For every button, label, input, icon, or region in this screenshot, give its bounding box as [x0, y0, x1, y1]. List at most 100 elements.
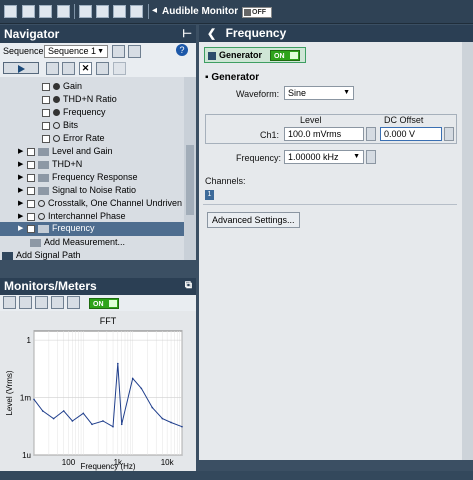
checkbox[interactable]: [42, 82, 50, 91]
fft-icon[interactable]: [96, 5, 109, 18]
splitter[interactable]: [0, 260, 196, 278]
dc-offset-header: DC Offset: [384, 115, 424, 125]
sequence-label: Sequence:: [3, 46, 47, 56]
folder-icon: [38, 186, 49, 195]
pin-icon[interactable]: ⊢: [182, 27, 192, 40]
checkbox[interactable]: [42, 95, 50, 104]
frequency-stepper[interactable]: [366, 150, 376, 164]
checkbox[interactable]: [42, 108, 50, 117]
checkbox[interactable]: [27, 186, 35, 195]
tree-item-thdn[interactable]: ▶ THD+N: [0, 158, 184, 171]
add-measurement-icon[interactable]: [62, 62, 75, 75]
properties-icon[interactable]: [96, 62, 109, 75]
navigator-scroll-thumb[interactable]: [186, 145, 194, 215]
fft-data-point: [91, 423, 93, 426]
tree-item-frequency-selected[interactable]: ▶ Frequency: [0, 222, 184, 236]
sequence-copy-icon[interactable]: [128, 45, 141, 58]
tree-item-label: Frequency: [63, 107, 106, 117]
expand-arrow-icon[interactable]: ▶: [18, 171, 27, 184]
collapse-icon[interactable]: ◂: [152, 5, 157, 16]
tree-item-frequency-response[interactable]: ▶ Frequency Response: [0, 171, 184, 184]
tree-item-gain[interactable]: Gain: [0, 80, 184, 93]
expand-arrow-icon[interactable]: ▶: [18, 222, 27, 235]
fft-icon[interactable]: [19, 296, 32, 309]
disabled-icon: [53, 135, 60, 143]
file-menu-icon[interactable]: [4, 5, 17, 18]
generator-section-title: ▪ Generator: [205, 72, 260, 83]
main-toolbar: ◂ Audible Monitor OFF: [0, 0, 473, 24]
save-icon[interactable]: [39, 5, 52, 18]
ch1-dc-offset-stepper[interactable]: [444, 127, 454, 141]
back-chevron-icon[interactable]: ❮: [207, 28, 216, 40]
checkbox[interactable]: [27, 173, 35, 182]
paste-icon[interactable]: [113, 62, 126, 75]
add-measurement-item[interactable]: Add Measurement...: [0, 236, 184, 249]
open-icon[interactable]: [22, 5, 35, 18]
sequence-select[interactable]: Sequence 1 ▼: [44, 45, 108, 58]
level-icon[interactable]: [51, 296, 64, 309]
ch1-dc-offset-input[interactable]: 0.000 V: [380, 127, 442, 141]
tree-item-level-and-gain[interactable]: ▶ Level and Gain: [0, 145, 184, 158]
settings-icon[interactable]: [57, 5, 70, 18]
channels-label: Channels:: [205, 176, 246, 186]
delete-icon[interactable]: ✕: [79, 62, 92, 75]
fft-data-point: [82, 412, 85, 415]
chevron-down-icon: ▼: [343, 89, 350, 96]
generator-toggle[interactable]: Generator ON: [204, 47, 306, 63]
waveform-select[interactable]: Sine ▼: [284, 86, 354, 100]
tree-item-thdn-ratio[interactable]: THD+N Ratio: [0, 93, 184, 106]
frequency-input[interactable]: 1.00000 kHz ▼: [284, 150, 364, 164]
tree-item-crosstalk[interactable]: ▶ Crosstalk, One Channel Undriven: [0, 197, 184, 210]
checkbox[interactable]: [42, 121, 50, 130]
sequence-settings-icon[interactable]: [112, 45, 125, 58]
tree-item-frequency-result[interactable]: Frequency: [0, 106, 184, 119]
monitor-on-toggle[interactable]: ON: [89, 298, 119, 309]
list-icon[interactable]: [130, 5, 143, 18]
tree-item-label: Interchannel Phase: [48, 211, 126, 221]
run-sequence-button[interactable]: [3, 62, 39, 74]
channel-badge[interactable]: 1: [205, 190, 214, 200]
result-dot-icon: [53, 83, 60, 91]
checkbox[interactable]: [42, 134, 50, 143]
step-icon[interactable]: [46, 62, 59, 75]
meter-icon[interactable]: [113, 5, 126, 18]
fft-data-point: [102, 420, 104, 422]
generator-on-toggle[interactable]: ON: [270, 50, 300, 61]
page-title: Frequency: [225, 26, 287, 40]
expand-arrow-icon[interactable]: ▶: [18, 158, 27, 171]
sequence-value: Sequence 1: [48, 46, 97, 56]
fft-data-point: [170, 421, 172, 424]
audible-monitor-toggle[interactable]: OFF: [242, 7, 272, 18]
tree-item-label: Error Rate: [63, 133, 105, 143]
tree-item-bits[interactable]: Bits: [0, 119, 184, 132]
fft-data-point: [161, 417, 164, 420]
expand-arrow-icon[interactable]: ▶: [18, 184, 27, 197]
result-dot-icon: [53, 109, 60, 117]
checkbox[interactable]: [27, 147, 35, 156]
x-axis-label: Frequency (Hz): [80, 462, 135, 471]
frequency-label: Frequency:: [236, 153, 282, 163]
help-icon[interactable]: ?: [176, 44, 188, 56]
fft-data-point: [112, 425, 114, 428]
checkbox[interactable]: [27, 212, 35, 221]
tree-item-error-rate[interactable]: Error Rate: [0, 132, 184, 145]
waveform-icon[interactable]: [79, 5, 92, 18]
y-tick-label: 1: [27, 336, 32, 345]
tree-item-label: Add Measurement...: [44, 237, 126, 247]
ch1-level-stepper[interactable]: [366, 127, 376, 141]
ch1-level-input[interactable]: 100.0 mVrms: [284, 127, 364, 141]
right-scrollbar[interactable]: [462, 42, 473, 460]
expand-arrow-icon[interactable]: ▶: [18, 145, 27, 158]
meter-icon[interactable]: [35, 296, 48, 309]
waveform-icon[interactable]: [3, 296, 16, 309]
folder-icon: [38, 147, 49, 156]
checkbox[interactable]: [27, 224, 35, 233]
checkbox[interactable]: [27, 160, 35, 169]
disabled-icon: [53, 122, 60, 130]
checkbox[interactable]: [27, 199, 35, 208]
list-icon[interactable]: [67, 296, 80, 309]
popout-icon[interactable]: ⧉: [185, 280, 192, 291]
advanced-settings-button[interactable]: Advanced Settings...: [207, 212, 300, 228]
tree-item-snr[interactable]: ▶ Signal to Noise Ratio: [0, 184, 184, 197]
expand-arrow-icon[interactable]: ▶: [18, 197, 27, 210]
